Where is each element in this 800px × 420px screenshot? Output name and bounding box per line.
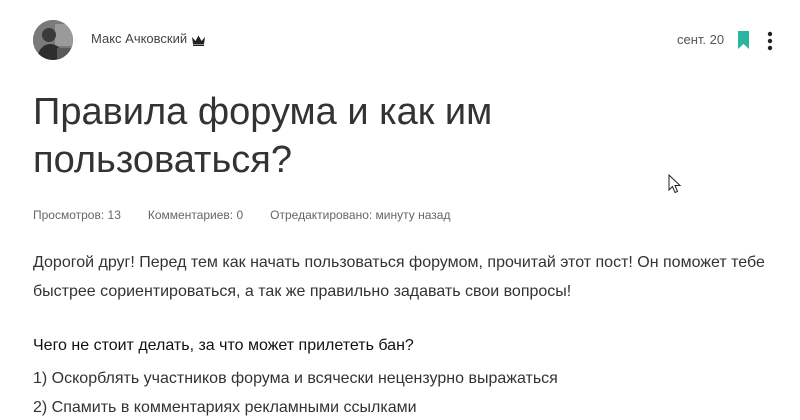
author-name[interactable]: Макс Ачковский xyxy=(91,31,187,46)
bookmark-icon[interactable] xyxy=(737,31,750,49)
rules-heading: Чего не стоит делать, за что может приле… xyxy=(33,337,414,354)
post-stats: Просмотров: 13 Комментариев: 0 Отредакти… xyxy=(33,208,450,222)
crown-icon xyxy=(192,35,206,46)
avatar-photo xyxy=(33,20,73,60)
rule-item: 2) Спамить в комментариях рекламными ссы… xyxy=(33,399,417,416)
post-title: Правила форума и как им пользоваться? xyxy=(33,91,493,181)
comments-count[interactable]: Комментариев: 0 xyxy=(148,208,243,222)
post-page: Макс Ачковский сент. 20 Правила форума и… xyxy=(0,0,800,420)
mouse-cursor-icon xyxy=(668,174,682,194)
rule-item: 1) Оскорблять участников форума и всячес… xyxy=(33,370,558,387)
author-avatar[interactable] xyxy=(33,20,73,60)
edited-status: Отредактировано: минуту назад xyxy=(270,208,451,222)
post-intro: Дорогой друг! Перед тем как начать польз… xyxy=(33,254,765,300)
views-count: Просмотров: 13 xyxy=(33,208,121,222)
author-info[interactable]: Макс Ачковский xyxy=(91,31,206,46)
post-date: сент. 20 xyxy=(677,32,725,47)
rules-list: 1) Оскорблять участников форума и всячес… xyxy=(33,364,558,420)
more-vertical-icon[interactable] xyxy=(764,31,776,51)
